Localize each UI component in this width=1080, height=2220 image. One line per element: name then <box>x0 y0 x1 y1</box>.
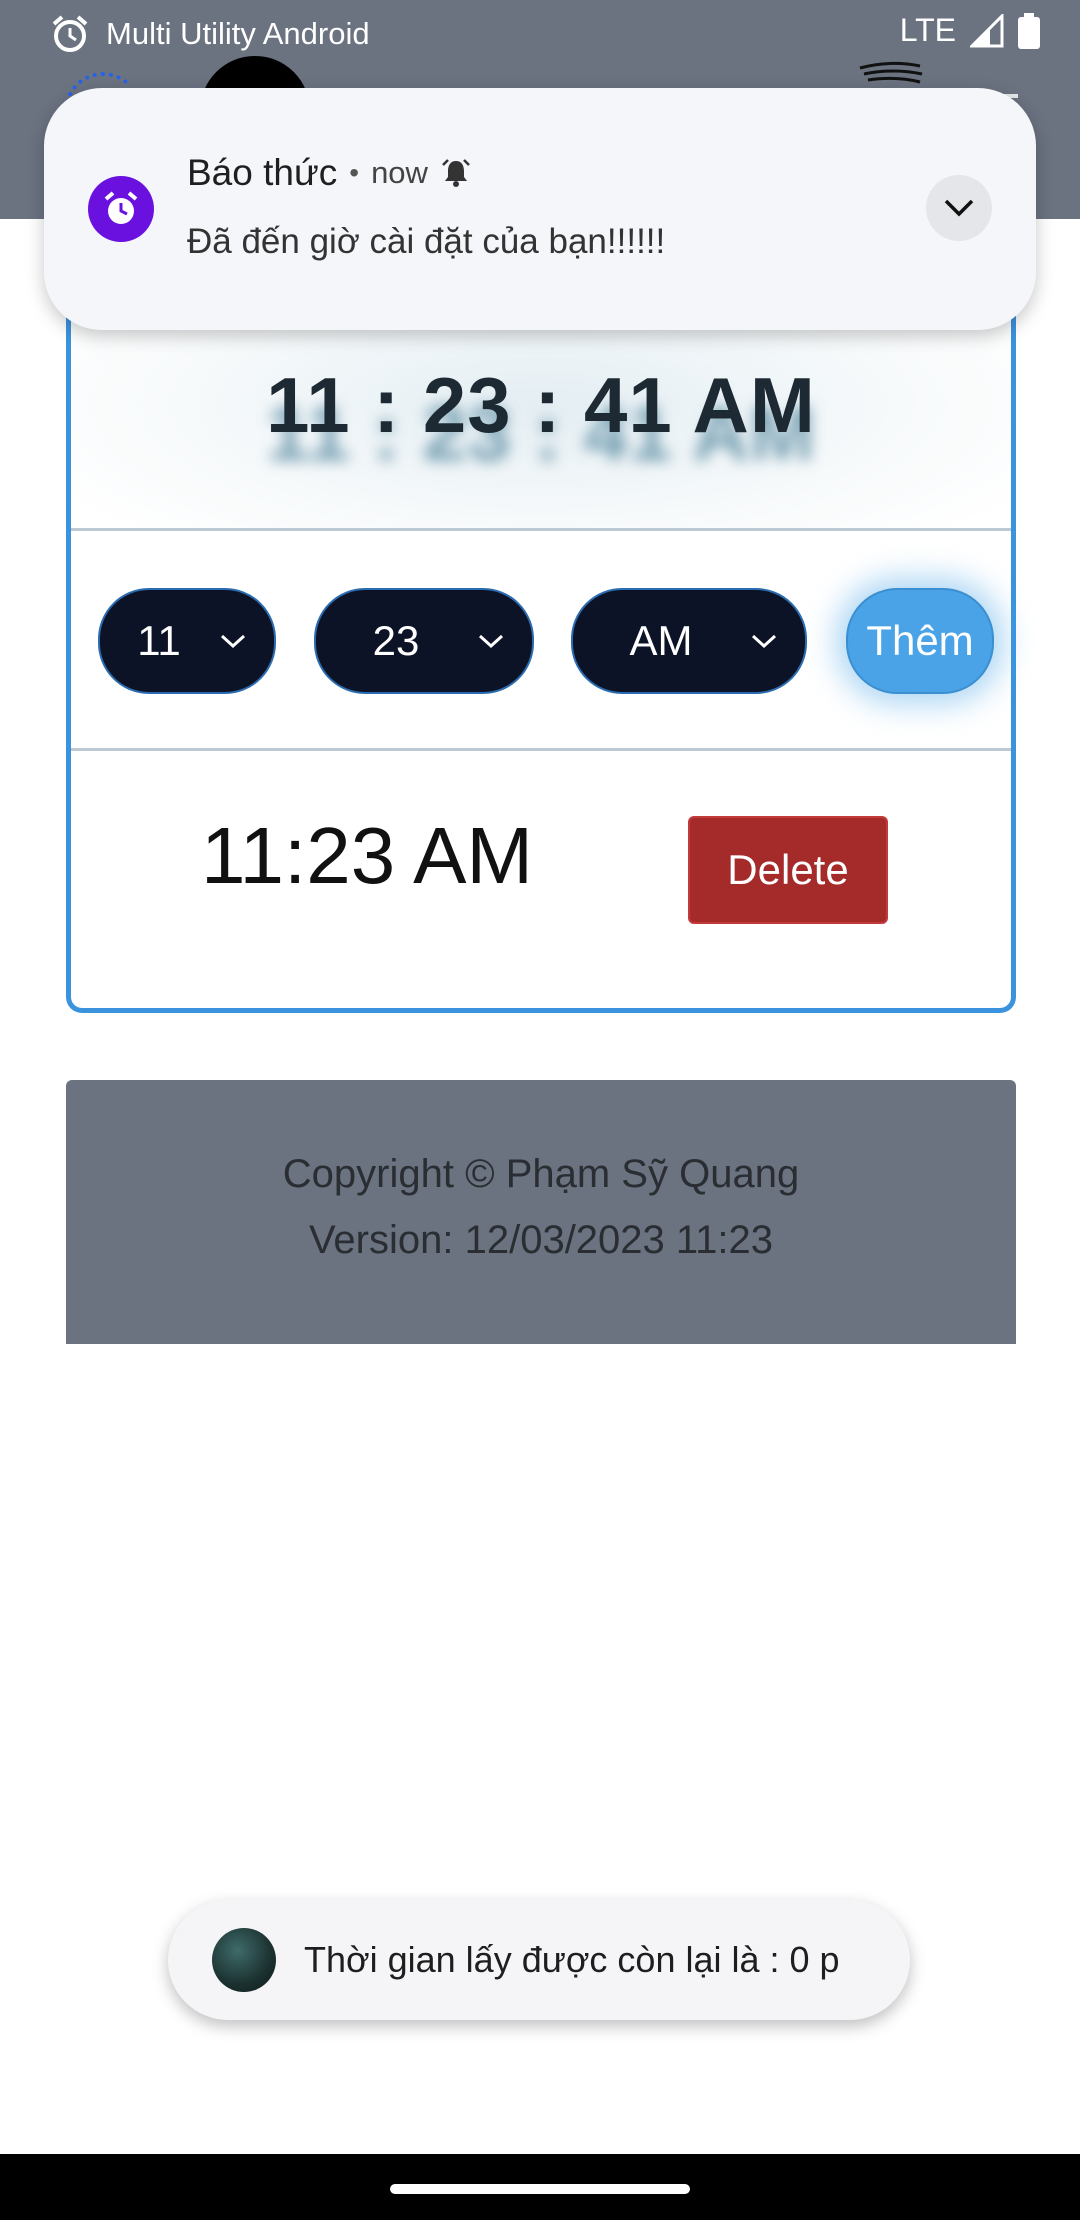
chevron-down-icon <box>751 634 777 649</box>
hour-value: 11 <box>137 617 181 664</box>
expand-notification-button[interactable] <box>926 175 992 241</box>
divider <box>71 748 1011 751</box>
alarm-controls: 11 23 AM Thêm <box>71 588 1011 698</box>
home-gesture-handle[interactable] <box>390 2184 690 2194</box>
chevron-down-icon <box>478 634 504 649</box>
ampm-select[interactable]: AM <box>571 588 807 694</box>
alarm-list-item: 11:23 AM Delete <box>71 810 1011 930</box>
toast-text: Thời gian lấy được còn lại là : 0 p <box>304 1939 840 1980</box>
minute-select[interactable]: 23 <box>314 588 534 694</box>
status-bar: Multi Utility Android LTE <box>0 0 1080 66</box>
add-alarm-button[interactable]: Thêm <box>846 588 994 694</box>
chevron-down-icon <box>944 199 974 217</box>
status-app-name: Multi Utility Android <box>106 16 370 51</box>
notification-separator: • <box>349 157 360 188</box>
notification-app-icon <box>88 176 154 242</box>
delete-alarm-button[interactable]: Delete <box>688 816 888 924</box>
toast-app-icon <box>212 1928 276 1992</box>
navigation-bar <box>0 2154 1080 2220</box>
alarm-card: 11 : 23 : 41 AM 11 23 AM Thêm 11:23 AM D… <box>66 250 1016 1013</box>
alarm-time: 11:23 AM <box>201 811 534 900</box>
divider <box>71 528 1011 531</box>
network-type: LTE <box>899 12 956 48</box>
hour-select[interactable]: 11 <box>98 588 276 694</box>
minute-value: 23 <box>372 617 420 664</box>
notification-app-name: Báo thức <box>187 152 338 193</box>
alarm-clock-icon <box>52 15 88 52</box>
bell-icon <box>442 159 470 187</box>
alarm-notification[interactable]: Báo thức • now Đã đến giờ cài đặt của bạ… <box>44 88 1036 330</box>
footer: Copyright © Phạm Sỹ Quang Version: 12/03… <box>66 1080 1016 1344</box>
chevron-down-icon <box>220 634 246 649</box>
notification-message: Đã đến giờ cài đặt của bạn!!!!!! <box>187 222 666 261</box>
copyright-text: Copyright © Phạm Sỹ Quang <box>282 1152 800 1196</box>
signal-icon <box>970 13 1004 47</box>
notification-time: now <box>371 155 428 190</box>
battery-icon <box>1018 12 1040 49</box>
ampm-value: AM <box>629 617 693 664</box>
version-text: Version: 12/03/2023 11:23 <box>308 1218 774 1262</box>
toast-message: Thời gian lấy được còn lại là : 0 p <box>168 1900 910 2020</box>
digital-clock: 11 : 23 : 41 AM <box>266 361 816 449</box>
alarm-clock-icon <box>104 191 138 224</box>
